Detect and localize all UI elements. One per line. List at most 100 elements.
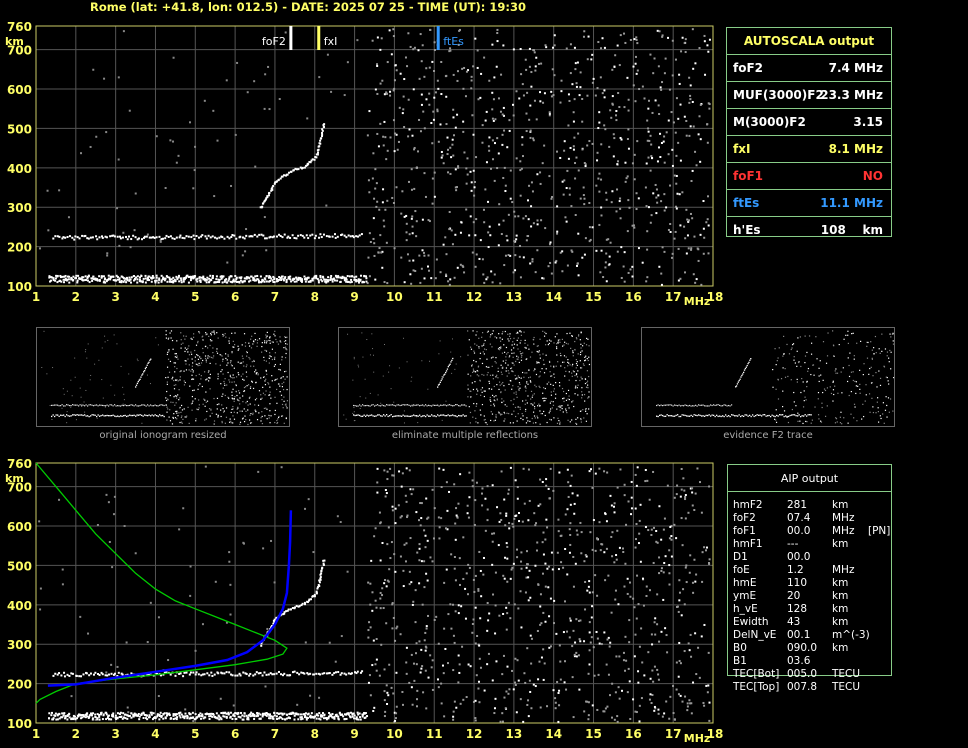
aip-value: 00.0 [787,551,811,563]
autoscala-label: h'Es [733,223,761,237]
autoscala-row: foF2 7.4 MHz [727,55,891,82]
aip-unit: km [832,603,849,615]
autoscala-row: fxI 8.1 MHz [727,136,891,163]
autoscala-value: 23.3 MHz [820,88,883,102]
aip-value: 03.6 [787,655,811,667]
thumbnail-1 [36,327,290,427]
y-tick-label: 500 [7,122,32,136]
header-title: Rome (lat: +41.8, lon: 012.5) - DATE: 20… [90,0,527,14]
x-tick-label: 15 [585,290,602,304]
aip-name: B0 [733,642,747,654]
marker-label: fxI [324,35,338,48]
aip-value: 00.0 [787,525,811,537]
autoscala-value: 11.1 MHz [820,196,883,210]
autoscala-value: 7.4 MHz [828,61,883,75]
y-tick-label: 760 [7,457,32,471]
aip-unit: TECU [832,668,861,680]
aip-unit: MHz [832,512,855,524]
y-axis-label: km [5,472,24,485]
y-tick-label: 600 [7,520,32,534]
aip-value: 090.0 [787,642,818,654]
aip-name: hmF1 [733,538,763,550]
aip-unit: km [832,616,849,628]
aip-unit: m^(-3) [832,629,870,641]
x-tick-label: 7 [271,727,279,741]
aip-unit: km [832,499,849,511]
y-tick-label: 200 [7,678,32,692]
aip-name: foF2 [733,512,756,524]
x-tick-label: 12 [466,727,483,741]
thumbnail-2 [338,327,592,427]
x-tick-label: 4 [151,727,159,741]
x-tick-label: 10 [386,290,403,304]
aip-value: 281 [787,499,808,511]
autoscala-label: foF2 [733,61,764,75]
aip-unit: km [832,642,849,654]
x-tick-label: 14 [545,290,562,304]
aip-name: foF1 [733,525,756,537]
profile-plot: 1 2 3 4 5 6 7 8 9 10 11 12 13 14 15 16 17 18MHz1002003004… [5,457,723,745]
autoscala-row: MUF(3000)F2 23.3 MHz [727,82,891,109]
autoscala-row: ftEs 11.1 MHz [727,190,891,217]
y-tick-label: 100 [7,717,32,731]
trace-es-layer [48,274,368,284]
aip-name: foE [733,564,750,576]
y-tick-label: 300 [7,638,32,652]
x-tick-label: 13 [506,727,523,741]
marker-label: foF2 [262,35,286,48]
marker-foF2: foF2 [262,26,293,50]
autoscala-title: AUTOSCALA output [727,28,891,55]
x-tick-label: 17 [665,290,682,304]
aip-name: B1 [733,655,747,667]
x-tick-label: 16 [625,727,642,741]
marker-fxI: fxI [317,26,337,50]
aip-unit: MHz [832,525,855,537]
x-tick-label: 1 [32,290,40,304]
autoscala-label: foF1 [733,169,764,183]
aip-name: h_vE [733,603,758,615]
thumbnail-image [343,330,591,426]
aip-value: 20 [787,590,801,602]
ionogram-plot: 1 2 3 4 5 6 7 8 9 10 11 12 13 14 15 16 17 18MHz1002003004… [5,20,723,308]
marker-label: ftEs [443,35,464,48]
x-tick-label: 13 [506,290,523,304]
aip-name: ymE [733,590,757,602]
thumbnail-caption: evidence F2 trace [723,430,813,441]
x-tick-label: 8 [311,290,319,304]
x-tick-label: 3 [111,290,119,304]
thumbnail-image [656,330,895,425]
trace-f2-trace [260,559,326,647]
aip-value: 43 [787,616,801,628]
aip-unit: km [832,577,849,589]
x-tick-label: 1 [32,727,40,741]
x-tick-label: 6 [231,727,239,741]
autoscala-value: 8.1 MHz [828,142,883,156]
aip-value: 07.4 [787,512,811,524]
x-tick-label: 2 [72,727,80,741]
autoscala-value: 108 km [820,223,883,237]
aip-name: TEC[Top] [733,681,780,693]
x-tick-label: 16 [625,290,642,304]
x-tick-label: 11 [426,727,443,741]
aip-title: AIP output [728,465,891,492]
autoscala-label: MUF(3000)F2 [733,88,824,102]
autoscala-label: fxI [733,142,751,156]
density-profile-line [35,462,288,704]
trace-es-second-hop [52,233,363,241]
aip-name: TEC[Bot] [733,668,780,680]
x-tick-label: 14 [545,727,562,741]
y-tick-label: 200 [7,241,32,255]
y-tick-label: 400 [7,162,32,176]
aip-unit: TECU [832,681,861,693]
x-tick-label: 9 [350,290,358,304]
aip-name: D1 [733,551,748,563]
aip-value: 00.1 [787,629,811,641]
noise-echoes [38,28,711,286]
autoscala-row: h'Es 108 km [727,217,891,243]
x-tick-label: 8 [311,727,319,741]
aip-unit: km [832,590,849,602]
aip-name: Ewidth [733,616,769,628]
x-tick-label: 12 [466,290,483,304]
aip-value: 128 [787,603,808,615]
aip-name: hmF2 [733,499,763,511]
